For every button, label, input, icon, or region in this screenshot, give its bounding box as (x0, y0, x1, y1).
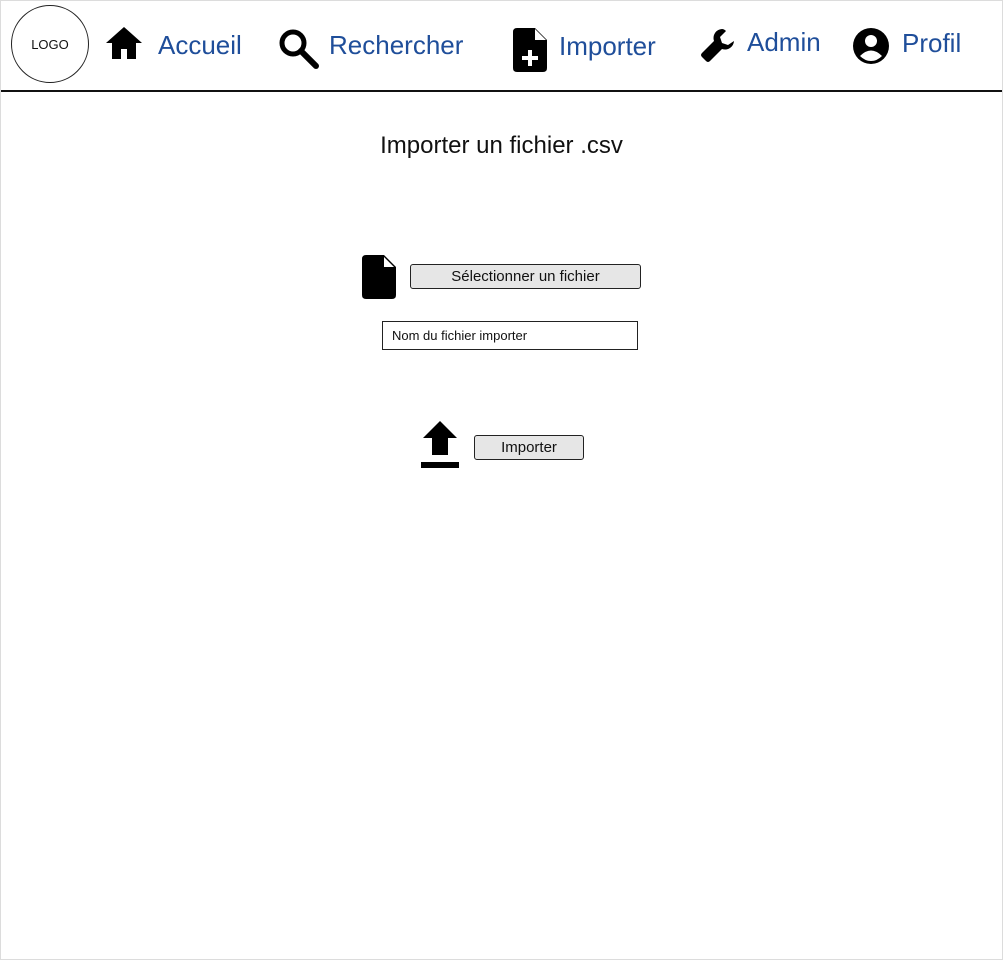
nav-label-accueil: Accueil (158, 29, 242, 60)
file-add-icon (513, 28, 547, 72)
select-file-button[interactable]: Sélectionner un fichier (410, 264, 641, 289)
nav-label-rechercher: Rechercher (329, 29, 464, 60)
nav-item-importer[interactable]: Importer (513, 28, 656, 72)
nav-label-profil: Profil (902, 27, 962, 58)
account-circle-icon (852, 27, 890, 65)
home-icon (104, 25, 144, 61)
page: LOGO Accueil Rechercher Importer Admin P… (0, 0, 1003, 960)
upload-icon (419, 419, 461, 474)
wrench-icon (700, 27, 736, 63)
logo[interactable]: LOGO (11, 5, 89, 83)
logo-text: LOGO (31, 36, 69, 52)
header-bar: LOGO Accueil Rechercher Importer Admin P… (1, 1, 1002, 92)
nav-item-rechercher[interactable]: Rechercher (277, 27, 463, 69)
filename-field[interactable] (382, 321, 638, 350)
file-icon (362, 255, 396, 304)
nav-label-admin: Admin (747, 26, 821, 57)
nav-item-profil[interactable]: Profil (852, 27, 961, 65)
page-title: Importer un fichier .csv (380, 132, 623, 159)
nav-item-accueil[interactable]: Accueil (104, 25, 242, 61)
nav-label-importer: Importer (559, 30, 656, 61)
import-button[interactable]: Importer (474, 435, 584, 460)
nav-item-admin[interactable]: Admin (700, 27, 821, 63)
search-icon (277, 27, 319, 69)
